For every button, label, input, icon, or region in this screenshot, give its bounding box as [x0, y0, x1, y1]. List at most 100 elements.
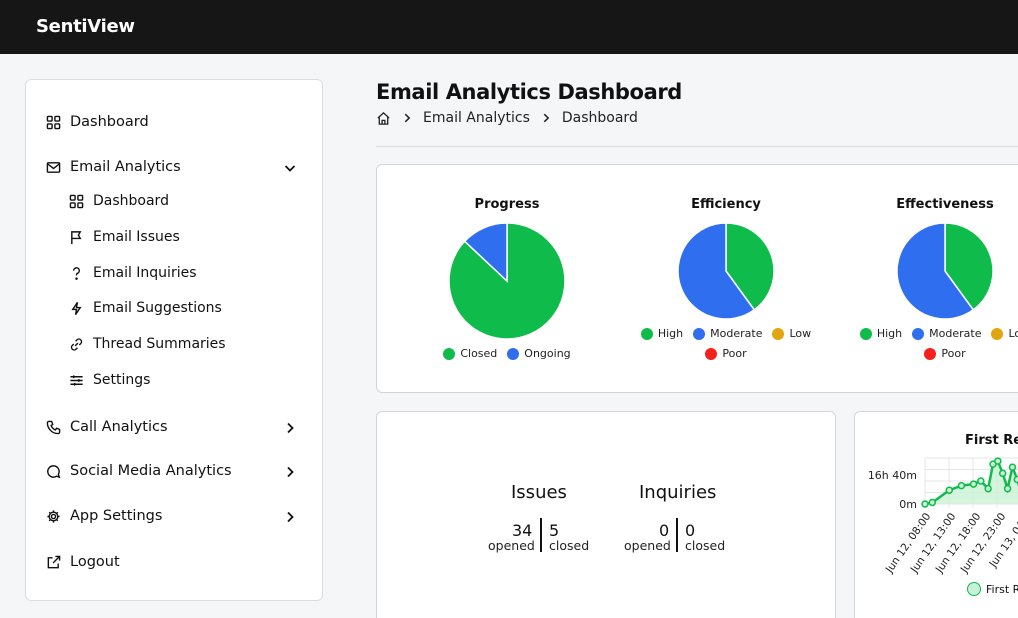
legend-item-low[interactable]: Low — [991, 327, 1018, 340]
legend-item-moderate[interactable]: Moderate — [912, 327, 981, 340]
legend-item-low[interactable]: Low — [772, 327, 811, 340]
data-point[interactable] — [957, 481, 966, 490]
inquiries-opened-label: opened — [624, 538, 671, 553]
stat-divider — [676, 518, 678, 552]
sidebar-subitem-thread-summaries[interactable]: Thread Summaries — [68, 336, 226, 352]
data-point[interactable] — [921, 500, 929, 508]
chevron-right-icon[interactable] — [283, 421, 297, 435]
sidebar: Dashboard Email Analytics Dashboard Emai… — [25, 79, 323, 601]
sidebar-item-logout[interactable]: Logout — [45, 554, 120, 570]
sidebar-item-label: App Settings — [70, 508, 163, 524]
legend-label: Ongoing — [524, 347, 571, 360]
legend-label: Closed — [460, 347, 498, 360]
sidebar-item-email-analytics[interactable]: Email Analytics — [45, 159, 305, 175]
progress-legend: Closed Ongoing — [397, 347, 617, 367]
stats-card: Issues 34 opened 5 closed Inquiries 0 op… — [376, 411, 836, 618]
effectiveness-legend: High Moderate Low Poor — [835, 327, 1018, 367]
data-point[interactable] — [994, 457, 1002, 465]
legend-item-high[interactable]: High — [640, 327, 684, 340]
data-point[interactable] — [1008, 463, 1017, 471]
legend-swatch — [859, 327, 872, 340]
legend-item-poor[interactable]: Poor — [705, 347, 747, 360]
issues-opened-label: opened — [488, 538, 535, 553]
sidebar-subitem-settings[interactable]: Settings — [68, 372, 150, 388]
chart-title: Effectiveness — [896, 197, 994, 212]
breadcrumb-current: Dashboard — [561, 110, 638, 126]
legend-item-poor[interactable]: Poor — [924, 347, 966, 360]
legend-swatch — [912, 327, 925, 340]
data-point[interactable] — [984, 484, 992, 493]
grid-icon — [45, 114, 61, 130]
legend-item-moderate[interactable]: Moderate — [693, 327, 762, 340]
top-bar: SentiView — [0, 0, 1018, 54]
sidebar-item-app-settings[interactable]: App Settings — [45, 508, 162, 524]
chevron-down-icon[interactable] — [283, 161, 297, 175]
legend-label: First R — [986, 582, 1018, 596]
chat-icon — [45, 463, 61, 479]
data-point[interactable] — [1003, 484, 1012, 493]
chevron-right-icon — [401, 112, 413, 124]
first-response-card: First Res 16h 40m0mJun 12, 08:00Jun 12, … — [854, 411, 1018, 618]
gear-icon — [45, 508, 61, 524]
chart-title: Progress — [474, 197, 540, 212]
legend-item-closed[interactable]: Closed — [443, 347, 497, 360]
legend-label: Low — [789, 327, 812, 340]
sidebar-subitem-label: Email Inquiries — [93, 265, 197, 281]
sidebar-item-label: Call Analytics — [70, 419, 168, 435]
legend-item-ongoing[interactable]: Ongoing — [507, 347, 571, 360]
breadcrumb-link[interactable]: Email Analytics — [423, 110, 530, 126]
breadcrumb: Email Analytics Dashboard — [376, 110, 638, 126]
legend-swatch — [705, 347, 718, 360]
data-point[interactable] — [998, 469, 1007, 478]
sidebar-subitem-email-inquiries[interactable]: Email Inquiries — [68, 265, 197, 281]
data-point[interactable] — [977, 477, 985, 485]
line-legend: First R — [967, 582, 1018, 596]
data-point[interactable] — [945, 486, 954, 494]
legend-item-high[interactable]: High — [859, 327, 902, 340]
app-brand[interactable]: SentiView — [36, 16, 135, 37]
sidebar-item-social-media-analytics[interactable]: Social Media Analytics — [45, 463, 232, 479]
chart-title: Efficiency — [691, 197, 761, 212]
sidebar-subitem-label: Email Suggestions — [93, 300, 222, 316]
sidebar-subitem-email-issues[interactable]: Email Issues — [68, 229, 180, 245]
stat-divider — [540, 518, 542, 552]
chevron-right-icon — [540, 112, 552, 124]
external-link-icon — [45, 554, 61, 570]
home-icon[interactable] — [376, 111, 391, 126]
sidebar-item-call-analytics[interactable]: Call Analytics — [45, 419, 168, 435]
flag-icon — [68, 229, 84, 245]
legend-swatch — [967, 582, 981, 596]
sidebar-subitem-label: Thread Summaries — [93, 336, 226, 352]
grid-icon — [68, 193, 84, 209]
chevron-right-icon[interactable] — [283, 510, 297, 524]
bolt-icon — [68, 300, 84, 316]
legend-label: Moderate — [929, 327, 982, 340]
legend-label: Poor — [941, 347, 966, 360]
legend-swatch — [991, 327, 1004, 340]
data-point[interactable] — [1013, 475, 1018, 484]
progress-pie-chart[interactable] — [449, 223, 565, 339]
sidebar-subitem-email-suggestions[interactable]: Email Suggestions — [68, 300, 222, 316]
chevron-right-icon[interactable] — [283, 465, 297, 479]
data-point[interactable] — [969, 480, 978, 488]
y-tick-label: 16h 40m — [868, 469, 917, 482]
question-icon — [68, 265, 84, 281]
sidebar-item-dashboard[interactable]: Dashboard — [45, 114, 149, 130]
page-title: Email Analytics Dashboard — [376, 80, 682, 104]
legend-swatch — [443, 347, 456, 360]
sliders-icon — [68, 372, 84, 388]
legend-label: High — [657, 327, 684, 340]
efficiency-legend: High Moderate Low Poor — [616, 327, 836, 367]
inquiries-closed-label: closed — [685, 538, 726, 553]
sidebar-subitem-label: Dashboard — [93, 193, 169, 209]
pie-charts-card: Progress Closed Ongoing Efficiency High Mo… — [376, 164, 1018, 393]
data-point[interactable] — [928, 498, 937, 507]
sidebar-item-label: Dashboard — [70, 114, 149, 130]
efficiency-pie-chart[interactable] — [678, 223, 774, 319]
sidebar-subitem-label: Settings — [93, 372, 151, 388]
legend-label: Poor — [722, 347, 747, 360]
effectiveness-pie-chart[interactable] — [897, 223, 993, 319]
legend-swatch — [693, 327, 706, 340]
legend-label: Low — [1008, 327, 1018, 340]
sidebar-subitem-dashboard[interactable]: Dashboard — [68, 193, 169, 209]
